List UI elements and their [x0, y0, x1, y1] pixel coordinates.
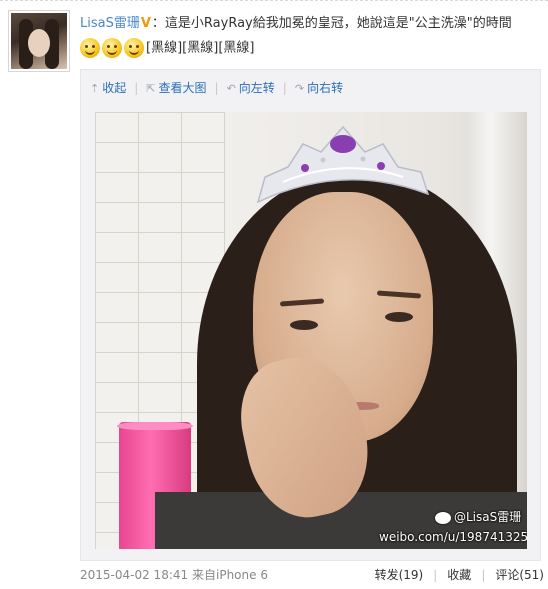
rotate-left-label: 向左转 — [238, 81, 275, 95]
repost-button[interactable]: 转发(19) — [375, 568, 424, 582]
emoji-line: [黑線][黑線][黑線] — [80, 38, 254, 59]
smile-emoji-icon — [102, 38, 122, 58]
post-text: ：這是小RayRay給我加冕的皇冠，她說這是"公主洗澡"的時間 — [151, 16, 512, 31]
action-separator: | — [481, 568, 486, 582]
toolbar-separator: | — [214, 81, 219, 95]
rotate-left-icon: ↶ — [226, 82, 236, 95]
rotate-right-icon: ↷ — [294, 82, 305, 95]
view-large-label: 查看大图 — [158, 81, 207, 95]
rotate-right-label: 向右转 — [307, 81, 344, 95]
rotate-left-button[interactable]: ↶ 向左转 — [227, 78, 275, 99]
username-link[interactable]: LisaS雷珊 — [80, 16, 140, 31]
post-timestamp[interactable]: 2015-04-02 18:41 — [80, 566, 188, 584]
emoji-tag: [黑線] — [182, 40, 219, 56]
divider — [0, 0, 548, 1]
view-large-button[interactable]: ⇱ 查看大图 — [146, 78, 206, 99]
eye-right — [385, 312, 413, 322]
smile-emoji-icon — [124, 38, 144, 58]
collapse-button[interactable]: ⇡ 收起 — [90, 78, 126, 99]
post-text-line: LisaS雷珊V：這是小RayRay給我加冕的皇冠，她說這是"公主洗澡"的時間 — [80, 14, 512, 34]
post-source: 来自iPhone 6 — [192, 568, 268, 582]
avatar-face — [28, 29, 50, 57]
collapse-label: 收起 — [102, 81, 127, 95]
smile-emoji-icon — [80, 38, 100, 58]
post-photo[interactable]: @LisaS雷珊 weibo.com/u/1987413250 — [95, 112, 527, 549]
verified-badge-icon: V — [140, 16, 151, 31]
eye-left — [290, 320, 318, 330]
watermark-handle-text: @LisaS雷珊 — [454, 510, 522, 524]
toolbar-separator: | — [134, 81, 139, 95]
toolbar-separator: | — [282, 81, 287, 95]
weibo-logo-icon — [435, 511, 451, 524]
tiara-icon — [256, 125, 430, 204]
favorite-button[interactable]: 收藏 — [447, 568, 471, 582]
watermark-url: weibo.com/u/1987413250 — [379, 530, 527, 544]
arrow-up-icon: ⇡ — [90, 82, 100, 95]
emoji-tag: [黑線] — [146, 40, 183, 56]
emoji-tag: [黑線] — [218, 40, 255, 56]
media-toolbar: ⇡ 收起 | ⇱ 查看大图 | ↶ 向左转 | ↷ 向右转 — [90, 78, 351, 99]
comment-button[interactable]: 评论(51) — [495, 568, 544, 582]
watermark-handle: @LisaS雷珊 — [435, 508, 521, 525]
avatar-image — [11, 13, 67, 69]
rotate-right-button[interactable]: ↷ 向右转 — [295, 78, 343, 99]
post-actions: 转发(19) | 收藏 | 评论(51) — [375, 566, 544, 584]
action-separator: | — [433, 568, 438, 582]
external-link-icon: ⇱ — [146, 82, 156, 95]
avatar[interactable] — [8, 10, 70, 72]
